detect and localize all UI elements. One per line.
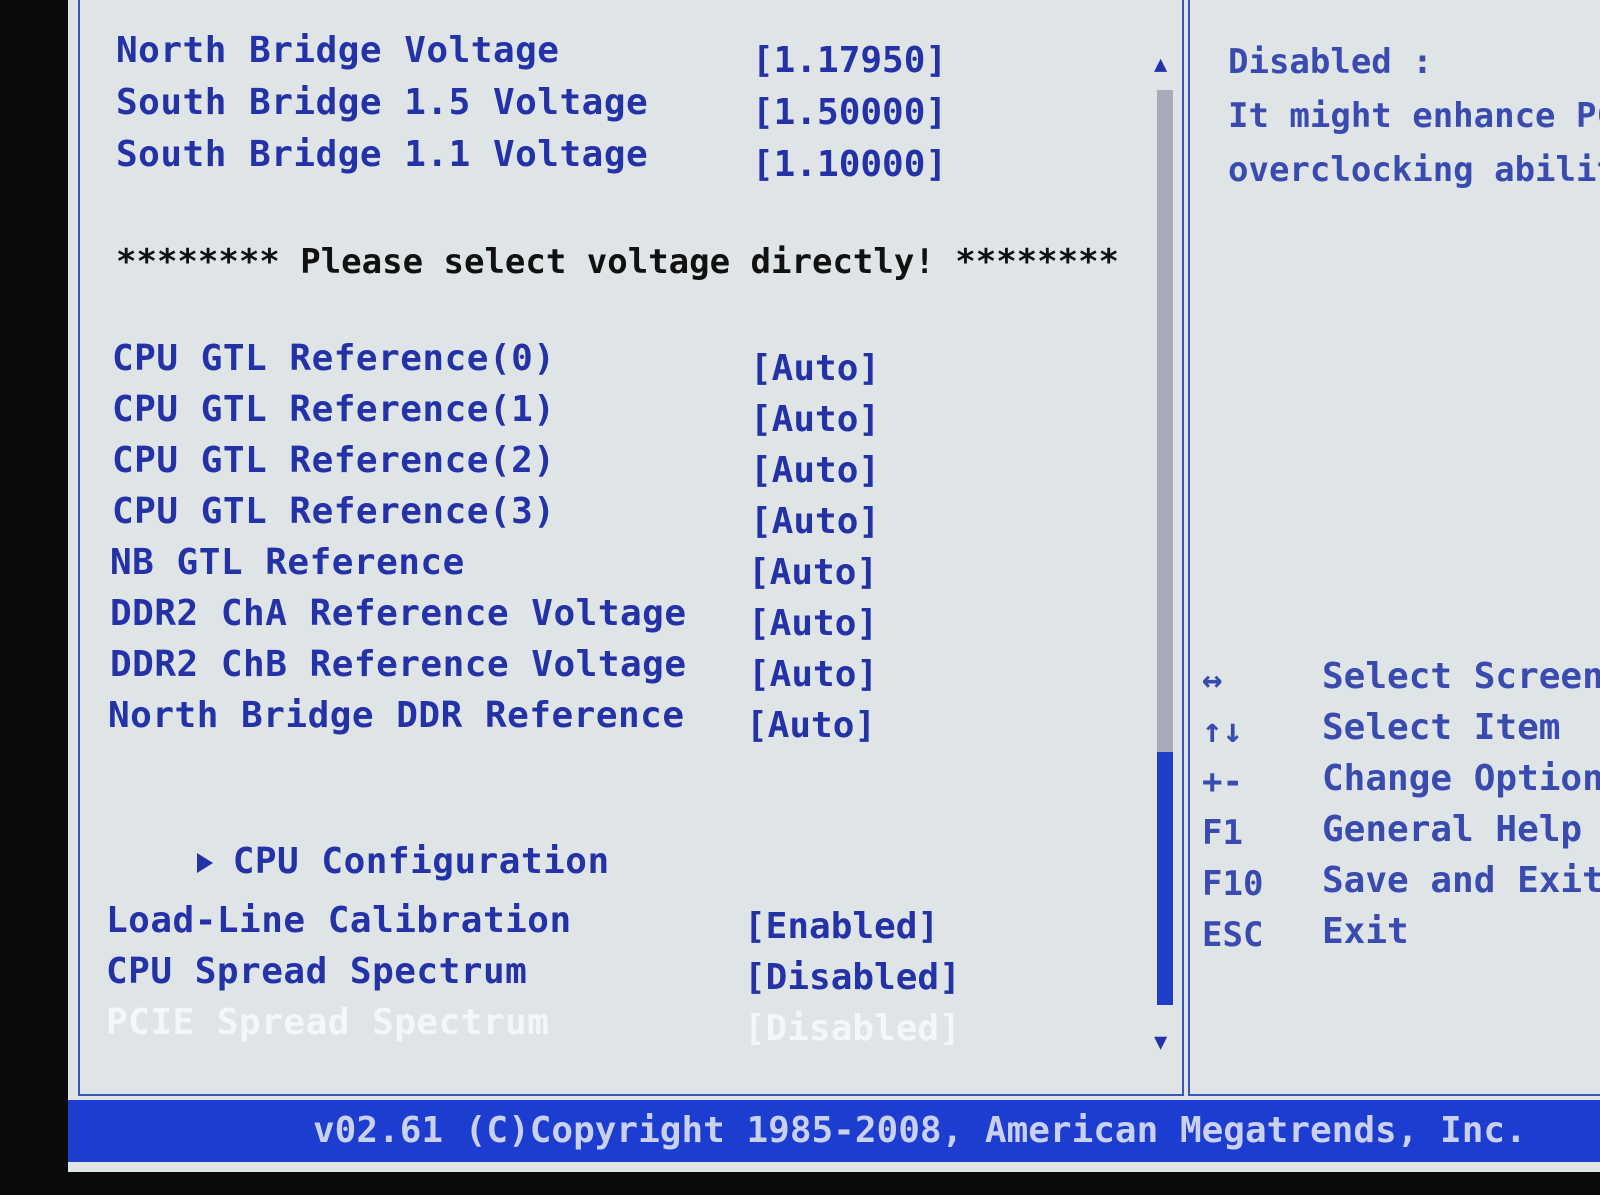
setting-value-cpu-gtl-1[interactable]: [Auto] [750, 399, 880, 440]
key-select-screen-icon: ↔ [1202, 660, 1223, 700]
key-desc-change-option: Change Option [1322, 758, 1600, 799]
help-line-3: overclocking abilit [1228, 150, 1600, 190]
bios-screen: North Bridge Voltage [1.17950] South Bri… [68, 0, 1600, 1172]
key-desc-select-item: Select Item [1322, 707, 1561, 748]
setting-value-load-line[interactable]: [Enabled] [744, 906, 939, 947]
setting-label-cpu-gtl-2[interactable]: CPU GTL Reference(2) [112, 440, 555, 481]
setting-value-nb-ddr-ref[interactable]: [Auto] [746, 705, 876, 746]
setting-label-cpu-gtl-0[interactable]: CPU GTL Reference(0) [112, 338, 555, 379]
submenu-label: CPU Configuration [232, 841, 610, 882]
setting-value-pcie-spread[interactable]: [Disabled] [744, 1008, 961, 1049]
setting-label-cpu-gtl-1[interactable]: CPU GTL Reference(1) [112, 389, 555, 430]
key-desc-general-help: General Help [1322, 809, 1583, 850]
setting-label-ddr2-cha-ref[interactable]: DDR2 ChA Reference Voltage [110, 593, 687, 634]
setting-value-cpu-gtl-3[interactable]: [Auto] [750, 501, 880, 542]
scrollbar-thumb[interactable] [1157, 752, 1173, 1005]
key-esc: ESC [1202, 915, 1264, 955]
key-desc-select-screen: Select Screen [1322, 656, 1600, 697]
setting-value-sb11-voltage[interactable]: [1.10000] [752, 144, 947, 185]
voltage-notice: ******** Please select voltage directly!… [116, 242, 1120, 282]
copyright-text: v02.61 (C)Copyright 1985-2008, American … [313, 1110, 1527, 1151]
setting-value-sb15-voltage[interactable]: [1.50000] [752, 92, 947, 133]
setting-label-cpu-gtl-3[interactable]: CPU GTL Reference(3) [112, 491, 555, 532]
setting-label-load-line[interactable]: Load-Line Calibration [106, 900, 572, 941]
key-change-option-icon: +- [1202, 762, 1243, 802]
key-desc-exit: Exit [1322, 911, 1409, 952]
setting-label-nb-ddr-ref[interactable]: North Bridge DDR Reference [108, 695, 685, 736]
setting-value-nb-voltage[interactable]: [1.17950] [752, 40, 947, 81]
help-line-2: It might enhance PC [1228, 96, 1600, 136]
key-select-item-icon: ↑↓ [1202, 711, 1243, 751]
setting-label-ddr2-chb-ref[interactable]: DDR2 ChB Reference Voltage [110, 644, 687, 685]
setting-label-nb-gtl[interactable]: NB GTL Reference [110, 542, 465, 583]
setting-label-cpu-spread[interactable]: CPU Spread Spectrum [106, 951, 527, 992]
setting-value-cpu-gtl-2[interactable]: [Auto] [750, 450, 880, 491]
submenu-arrow-icon [196, 853, 213, 873]
help-line-1: Disabled : [1228, 42, 1433, 82]
key-desc-save-exit: Save and Exit [1322, 860, 1600, 901]
setting-value-nb-gtl[interactable]: [Auto] [748, 552, 878, 593]
setting-value-cpu-gtl-0[interactable]: [Auto] [750, 348, 880, 389]
setting-value-ddr2-cha-ref[interactable]: [Auto] [748, 603, 878, 644]
setting-label-sb11-voltage[interactable]: South Bridge 1.1 Voltage [116, 134, 648, 175]
key-f10: F10 [1202, 864, 1264, 904]
setting-label-nb-voltage[interactable]: North Bridge Voltage [116, 30, 559, 71]
footer-bar: v02.61 (C)Copyright 1985-2008, American … [68, 1100, 1600, 1162]
setting-label-pcie-spread[interactable]: PCIE Spread Spectrum [106, 1002, 549, 1043]
setting-value-cpu-spread[interactable]: [Disabled] [744, 957, 961, 998]
scroll-up-icon[interactable]: ▲ [1154, 52, 1167, 77]
key-f1: F1 [1202, 813, 1243, 853]
setting-value-ddr2-chb-ref[interactable]: [Auto] [748, 654, 878, 695]
setting-label-sb15-voltage[interactable]: South Bridge 1.5 Voltage [116, 82, 648, 123]
scroll-down-icon[interactable]: ▼ [1154, 1030, 1167, 1055]
